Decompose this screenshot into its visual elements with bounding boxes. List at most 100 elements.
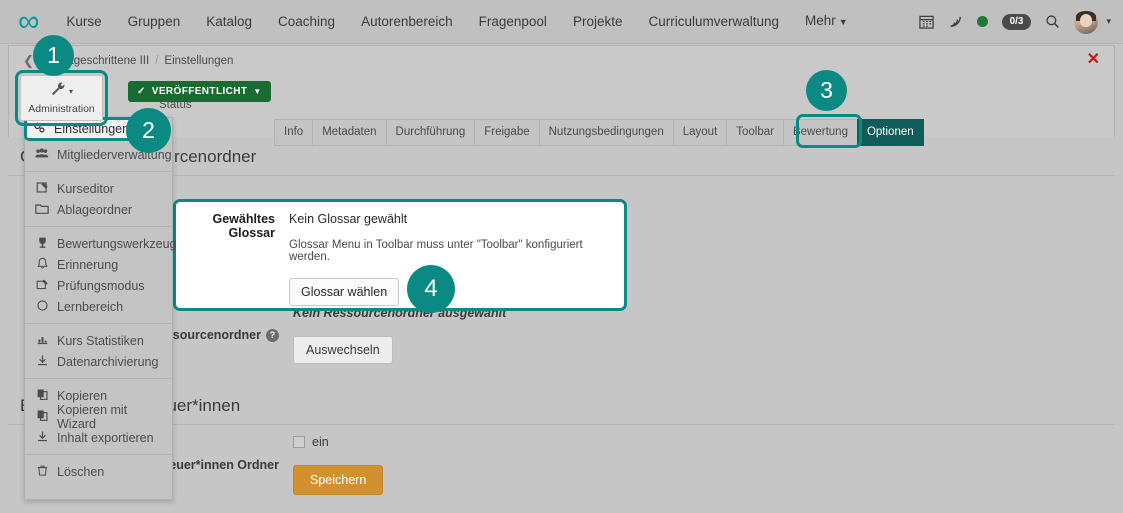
main-nav: Kurse Gruppen Katalog Coaching Autorenbe… bbox=[53, 0, 860, 44]
tab-nutzungsbedingungen[interactable]: Nutzungsbedingungen bbox=[538, 119, 673, 146]
betreuer-checkbox-row: ein bbox=[293, 435, 383, 449]
calendar-icon[interactable] bbox=[918, 14, 934, 29]
nav-item-mehr-label: Mehr bbox=[805, 13, 836, 28]
betreuer-ordner-checkbox[interactable] bbox=[293, 436, 305, 448]
menu-item-kopieren-mit-wizard[interactable]: Kopieren mit Wizard bbox=[25, 403, 172, 431]
auswechseln-button[interactable]: Auswechseln bbox=[293, 336, 393, 364]
glossar-hint: Glossar Menu in Toolbar muss unter "Tool… bbox=[289, 239, 583, 263]
nav-item-autorenbereich[interactable]: Autorenbereich bbox=[348, 0, 466, 44]
menu-item-bewertungswerkzeug[interactable]: Bewertungswerkzeug bbox=[25, 233, 177, 254]
nav-item-coaching[interactable]: Coaching bbox=[265, 0, 348, 44]
export-icon bbox=[35, 430, 49, 446]
menu-item-pruefungsmodus[interactable]: Prüfungsmodus bbox=[25, 275, 172, 296]
save-button-wrap: Speichern bbox=[293, 465, 384, 495]
tab-metadaten[interactable]: Metadaten bbox=[312, 119, 386, 146]
step-badge-3: 3 bbox=[806, 70, 847, 111]
close-icon[interactable]: ✕ bbox=[1087, 52, 1100, 68]
menu-item-loeschen-label: Löschen bbox=[57, 464, 105, 479]
menu-item-datenarchivierung[interactable]: Datenarchivierung bbox=[25, 351, 172, 372]
app-logo[interactable]: ∞ bbox=[18, 0, 39, 44]
avatar[interactable] bbox=[1074, 9, 1099, 34]
top-navbar: ∞ Kurse Gruppen Katalog Coaching Autoren… bbox=[0, 0, 1123, 44]
chevron-down-icon: ▾ bbox=[68, 86, 73, 96]
menu-item-lernbereich[interactable]: Lernbereich bbox=[25, 296, 172, 317]
tab-freigabe[interactable]: Freigabe bbox=[474, 119, 539, 146]
betreuer-checkbox-label: ein bbox=[312, 435, 329, 449]
task-count-badge[interactable]: 0/3 bbox=[1001, 13, 1032, 30]
circle-icon bbox=[35, 299, 49, 315]
status-badge[interactable]: ✓ VERÖFFENTLICHT ▼ bbox=[128, 81, 271, 102]
menu-item-inhalt-exportieren[interactable]: Inhalt exportieren bbox=[25, 427, 172, 448]
bell-icon bbox=[35, 257, 49, 273]
nav-item-fragenpool[interactable]: Fragenpool bbox=[466, 0, 560, 44]
status-caption: Status bbox=[159, 99, 192, 111]
nav-item-katalog[interactable]: Katalog bbox=[193, 0, 265, 44]
glossar-label: Gewähltes Glossar bbox=[212, 212, 275, 240]
search-icon[interactable] bbox=[1045, 14, 1060, 29]
nav-item-mehr[interactable]: Mehr ▼ bbox=[792, 0, 861, 44]
help-icon[interactable]: ? bbox=[266, 328, 279, 342]
menu-item-kurseditor[interactable]: Kurseditor bbox=[25, 178, 172, 199]
administration-dropdown-menu: Einstellungen Mitgliederverwaltung Kurse… bbox=[24, 117, 177, 500]
rss-icon[interactable] bbox=[948, 14, 963, 29]
menu-item-einstellungen-highlighted-label: Einstellungen bbox=[54, 122, 130, 136]
step-badge-4: 4 bbox=[407, 265, 455, 313]
step-badge-2: 2 bbox=[126, 108, 171, 153]
betreuer-ordner-label: reuer*innen Ordner bbox=[164, 458, 279, 472]
menu-divider bbox=[25, 171, 172, 172]
administration-button[interactable]: ▾ Administration bbox=[20, 75, 103, 121]
online-status-dot[interactable] bbox=[976, 16, 988, 27]
menu-item-kurs-statistiken[interactable]: Kurs Statistiken bbox=[25, 330, 172, 351]
check-icon: ✓ bbox=[137, 86, 146, 97]
section-title-betreuer-suffix: uer*innen bbox=[167, 396, 241, 415]
users-icon bbox=[35, 147, 49, 163]
tab-durchfuehrung[interactable]: Durchführung bbox=[385, 119, 475, 146]
menu-divider bbox=[25, 323, 172, 324]
save-button[interactable]: Speichern bbox=[293, 465, 384, 495]
tab-layout[interactable]: Layout bbox=[672, 119, 727, 146]
main-content: Glossar und Ressourcenordner Ressourceno… bbox=[8, 137, 1115, 495]
menu-item-bewertungswerkzeug-label: Bewertungswerkzeug bbox=[57, 236, 177, 251]
menu-divider bbox=[25, 226, 172, 227]
copy-icon bbox=[35, 388, 49, 404]
menu-item-kurs-statistiken-label: Kurs Statistiken bbox=[57, 333, 144, 348]
avatar-chevron-down-icon[interactable]: ▾ bbox=[1106, 16, 1111, 27]
breadcrumb-current[interactable]: Einstellungen bbox=[164, 55, 233, 67]
trash-icon bbox=[35, 464, 49, 480]
menu-item-ablageordner[interactable]: Ablageordner bbox=[25, 199, 172, 220]
menu-item-einstellungen-highlighted[interactable]: Einstellungen bbox=[27, 120, 141, 138]
menu-item-erinnerung[interactable]: Erinnerung bbox=[25, 254, 172, 275]
nav-item-gruppen[interactable]: Gruppen bbox=[115, 0, 194, 44]
menu-item-lernbereich-label: Lernbereich bbox=[57, 299, 124, 314]
tab-info[interactable]: Info bbox=[274, 119, 313, 146]
menu-item-pruefungsmodus-label: Prüfungsmodus bbox=[57, 278, 145, 293]
status-badge-label: VERÖFFENTLICHT bbox=[151, 86, 248, 97]
menu-divider bbox=[25, 378, 172, 379]
glossar-card-inner: Gewähltes Glossar Kein Glossar gewählt G… bbox=[176, 202, 624, 306]
menu-item-erinnerung-label: Erinnerung bbox=[57, 257, 119, 272]
chevron-down-icon: ▼ bbox=[838, 17, 848, 27]
form-row-betreuer-ordner: Betreuer*innen Ordner ein Speichern bbox=[8, 425, 1115, 495]
menu-divider bbox=[25, 454, 172, 455]
tab-toolbar[interactable]: Toolbar bbox=[726, 119, 783, 146]
tab-optionen[interactable]: Optionen bbox=[856, 119, 924, 146]
glossar-waehlen-button[interactable]: Glossar wählen bbox=[289, 278, 400, 306]
glossar-value: Kein Glossar gewählt bbox=[289, 212, 408, 226]
edit-icon bbox=[35, 181, 49, 197]
chart-icon bbox=[35, 333, 49, 349]
folder-icon bbox=[35, 202, 49, 218]
app-root: ∞ Kurse Gruppen Katalog Coaching Autoren… bbox=[0, 0, 1123, 513]
menu-item-loeschen[interactable]: Löschen bbox=[25, 461, 172, 482]
trophy-icon bbox=[35, 236, 49, 252]
ressourcenordner-value-wrap: Kein Ressourcenordner ausgewählt Auswech… bbox=[293, 306, 506, 364]
gears-icon bbox=[33, 121, 46, 137]
nav-item-projekte[interactable]: Projekte bbox=[560, 0, 636, 44]
copy-icon bbox=[35, 409, 49, 425]
tab-bewertung[interactable]: Bewertung bbox=[782, 119, 857, 146]
menu-item-ablageordner-label: Ablageordner bbox=[57, 202, 133, 217]
section-title-betreuer: Einstellungen Betreuer*innen bbox=[8, 386, 1115, 425]
section-title-glossar-suffix: rcenordner bbox=[174, 147, 257, 166]
menu-item-datenarchivierung-label: Datenarchivierung bbox=[57, 354, 159, 369]
nav-item-curriculumverwaltung[interactable]: Curriculumverwaltung bbox=[635, 0, 792, 44]
